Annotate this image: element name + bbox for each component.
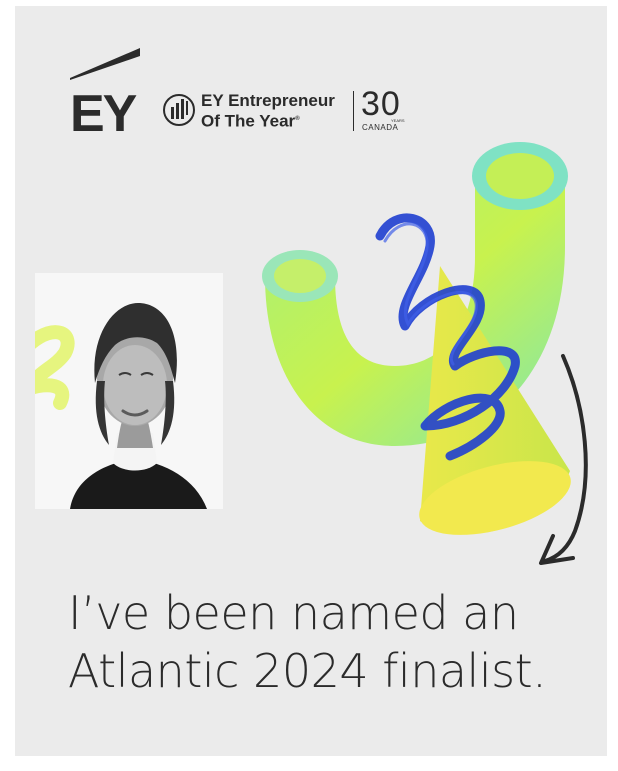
finalist-headline: I’ve been named an Atlantic 2024 finalis… <box>68 584 608 700</box>
ey-logo: EY <box>70 44 142 148</box>
eoy-emblem-icon <box>163 94 195 126</box>
registered-mark: ® <box>295 116 300 122</box>
ey-logo-text: EY <box>70 85 137 143</box>
headline-line-1: I’ve been named an <box>68 586 519 640</box>
abstract-30-artwork <box>262 142 588 565</box>
program-title: EY Entrepreneur <box>201 91 335 110</box>
lockup-divider <box>353 91 354 131</box>
finalist-portrait <box>35 273 223 509</box>
headline-line-2: Atlantic 2024 finalist. <box>68 644 547 698</box>
anniversary-number: 30 <box>361 85 401 123</box>
announcement-card: EY EY Entrepreneur Of The Year® 30 YEARS… <box>15 6 607 756</box>
ey-beam-icon <box>70 48 140 80</box>
